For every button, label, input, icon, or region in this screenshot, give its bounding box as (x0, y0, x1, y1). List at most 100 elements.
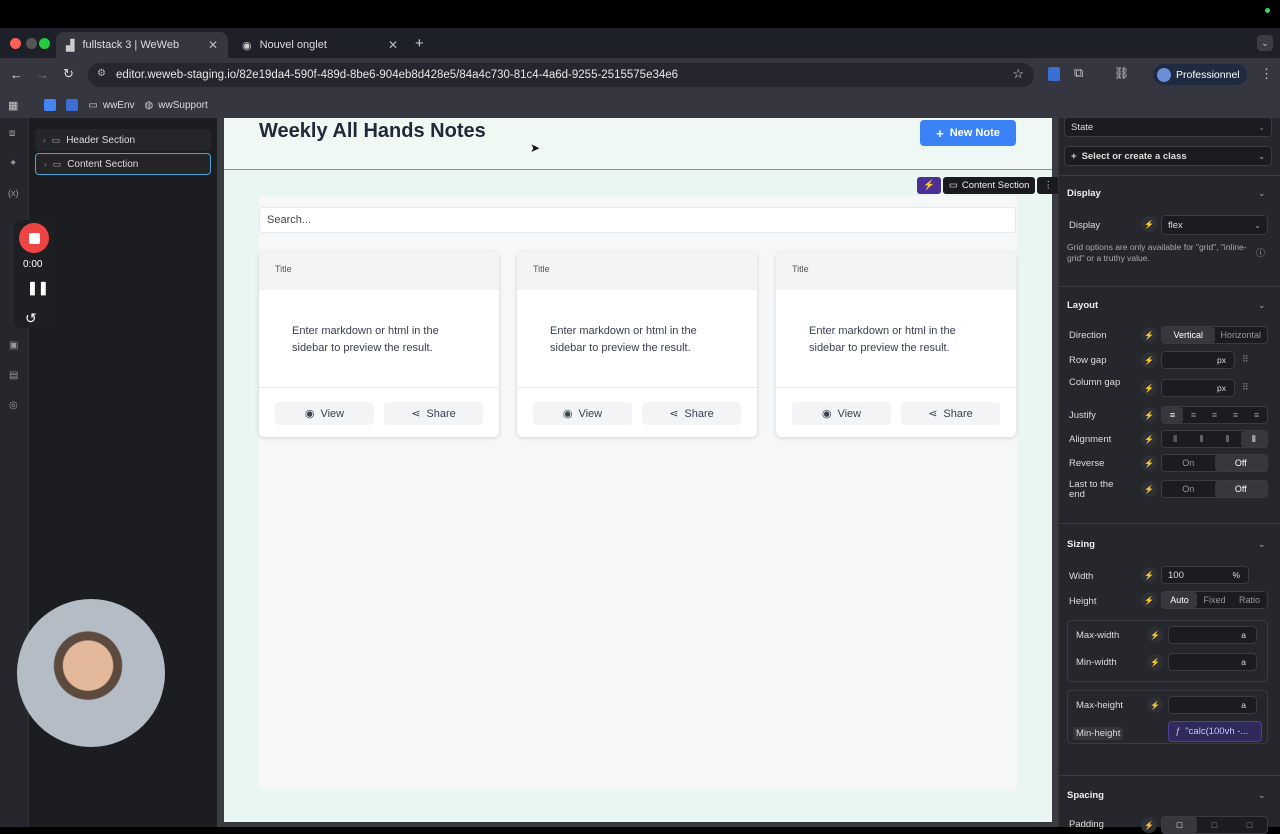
new-note-button[interactable]: + New Note (920, 120, 1016, 146)
min-width-input[interactable]: a (1168, 653, 1257, 671)
align-center-icon[interactable]: ⦀ (1188, 431, 1214, 447)
chevron-down-icon[interactable]: ⌄ (1258, 188, 1266, 199)
note-card[interactable]: Title Enter markdown or html in the side… (517, 252, 757, 437)
tree-item-content-section[interactable]: › ▭ Content Section (35, 153, 211, 175)
maximize-window-button[interactable] (39, 38, 50, 49)
book-icon[interactable]: ▤ (9, 370, 18, 381)
width-input[interactable]: 100% (1161, 566, 1249, 584)
bind-icon[interactable]: ⚡ (1141, 327, 1157, 343)
close-tab-icon[interactable]: ✕ (388, 38, 398, 52)
padding-axis-icon[interactable]: □ (1197, 817, 1232, 833)
share-button[interactable]: ⋖ Share (384, 402, 483, 425)
tab-weweb[interactable]: ▟ fullstack 3 | WeWeb ✕ (56, 32, 228, 58)
state-select[interactable]: State ⌄ (1064, 117, 1272, 137)
last-to-end-off[interactable]: Off (1214, 481, 1267, 497)
rocket-bookmark-icon[interactable] (66, 99, 79, 111)
extensions-puzzle-icon[interactable]: ⧉ (1074, 65, 1083, 81)
bind-icon[interactable]: ⚡ (1141, 481, 1157, 497)
lock-icon[interactable]: ▣ (9, 340, 18, 351)
last-to-end-on[interactable]: On (1162, 481, 1215, 497)
bind-icon[interactable]: ⚡ (1141, 567, 1157, 583)
chevron-right-icon[interactable]: › (44, 160, 47, 169)
height-fixed[interactable]: Fixed (1197, 592, 1232, 608)
browser-menu-icon[interactable]: ⋮ (1260, 66, 1273, 82)
direction-horizontal[interactable]: Horizontal (1215, 327, 1268, 343)
stop-recording-button[interactable] (19, 223, 49, 253)
justify-between-icon[interactable]: ≡ (1225, 407, 1246, 423)
layers-icon[interactable]: ⧈ (9, 128, 15, 139)
new-tab-icon[interactable]: + (415, 35, 424, 52)
align-start-icon[interactable]: ⦀ (1162, 431, 1188, 447)
column-gap-input[interactable]: px (1161, 379, 1235, 397)
site-info-icon[interactable]: ⚙ (97, 68, 106, 79)
variables-icon[interactable]: (x) (8, 188, 19, 198)
bind-icon[interactable]: ⚡ (1141, 592, 1157, 608)
close-window-button[interactable] (10, 38, 21, 49)
max-height-input[interactable]: a (1168, 696, 1257, 714)
share-button[interactable]: ⋖ Share (901, 402, 1000, 425)
height-ratio[interactable]: Ratio (1232, 592, 1267, 608)
more-options-icon[interactable]: ⋮ (1037, 177, 1059, 194)
bind-icon[interactable]: ⚡ (1147, 697, 1163, 713)
bookmark-star-icon[interactable]: ☆ (1012, 66, 1024, 82)
view-button[interactable]: ◉ View (275, 402, 374, 425)
profile-button[interactable]: Professionnel (1153, 64, 1247, 85)
bind-icon[interactable]: ⚡ (1141, 817, 1157, 833)
bind-icon[interactable]: ⚡ (1141, 352, 1157, 368)
direction-vertical[interactable]: Vertical (1162, 327, 1215, 343)
section-heading-layout[interactable]: Layout (1067, 300, 1098, 311)
padding-sides-icon[interactable]: □ (1232, 817, 1267, 833)
view-button[interactable]: ◉ View (792, 402, 891, 425)
section-heading-spacing[interactable]: Spacing (1067, 790, 1104, 801)
align-end-icon[interactable]: ⦀ (1215, 431, 1241, 447)
address-bar[interactable]: ⚙ editor.weweb-staging.io/82e19da4-590f-… (88, 63, 1034, 87)
extension-icon[interactable] (1048, 67, 1060, 81)
justify-around-icon[interactable]: ≡ (1246, 407, 1267, 423)
bookmark-wwenv[interactable]: ▭ wwEnv (88, 100, 134, 111)
bind-icon[interactable]: ⚡ (1147, 654, 1163, 670)
share-button[interactable]: ⋖ Share (642, 402, 741, 425)
bookmark-wwsupport[interactable]: ◍ wwSupport (145, 100, 208, 111)
google-bookmark-icon[interactable] (44, 99, 57, 111)
search-input[interactable]: Search... (259, 207, 1016, 233)
view-button[interactable]: ◉ View (533, 402, 632, 425)
padding-all-icon[interactable]: □ (1162, 817, 1197, 833)
justify-start-icon[interactable]: ≡ (1162, 407, 1183, 423)
bind-icon[interactable]: ⚡ (1141, 380, 1157, 396)
note-card[interactable]: Title Enter markdown or html in the side… (776, 252, 1016, 437)
back-icon[interactable]: ← (10, 67, 23, 82)
apps-grid-icon[interactable]: ▦ (8, 99, 18, 112)
min-height-formula[interactable]: ƒ "calc(100vh -... (1168, 721, 1262, 742)
link-icon[interactable]: ⛓ (1114, 66, 1129, 80)
section-heading-display[interactable]: Display (1067, 188, 1101, 199)
reload-icon[interactable]: ↻ (63, 66, 74, 82)
max-width-input[interactable]: a (1168, 626, 1257, 644)
chevron-down-icon[interactable]: ⌄ (1258, 539, 1266, 550)
justify-end-icon[interactable]: ≡ (1204, 407, 1225, 423)
restart-icon[interactable]: ↺ (25, 310, 37, 327)
chevron-down-icon[interactable]: ⌄ (1258, 790, 1266, 801)
note-card[interactable]: Title Enter markdown or html in the side… (259, 252, 499, 437)
tab-search-icon[interactable]: ⌄ (1257, 35, 1273, 51)
class-select[interactable]: + Select or create a class ⌄ (1064, 146, 1272, 166)
minimize-window-button[interactable] (26, 38, 37, 49)
justify-center-icon[interactable]: ≡ (1183, 407, 1204, 423)
bind-icon[interactable]: ⚡ (1141, 216, 1157, 232)
tab-new[interactable]: ◉ Nouvel onglet ✕ (232, 32, 408, 58)
bind-icon[interactable]: ⚡ (1141, 455, 1157, 471)
row-gap-input[interactable]: px (1161, 351, 1235, 369)
info-icon[interactable]: ⓘ (1256, 246, 1265, 259)
selection-badge[interactable]: ▭ Content Section (942, 177, 1036, 194)
align-stretch-icon[interactable]: ⦀ (1240, 431, 1267, 447)
close-tab-icon[interactable]: ✕ (208, 38, 218, 52)
bind-badge-icon[interactable]: ⚡ (917, 177, 941, 194)
chevron-down-icon[interactable]: ⌄ (1258, 300, 1266, 311)
settings-icon[interactable]: ◎ (9, 400, 18, 411)
drag-handle-icon[interactable]: ⠿ (1242, 382, 1249, 393)
pause-icon[interactable]: ❚❚ (27, 280, 49, 296)
bind-icon[interactable]: ⚡ (1147, 627, 1163, 643)
drag-handle-icon[interactable]: ⠿ (1242, 354, 1249, 365)
display-select[interactable]: flex ⌄ (1161, 215, 1268, 235)
plugin-icon[interactable]: ✦ (9, 158, 17, 169)
forward-icon[interactable]: → (36, 67, 49, 82)
